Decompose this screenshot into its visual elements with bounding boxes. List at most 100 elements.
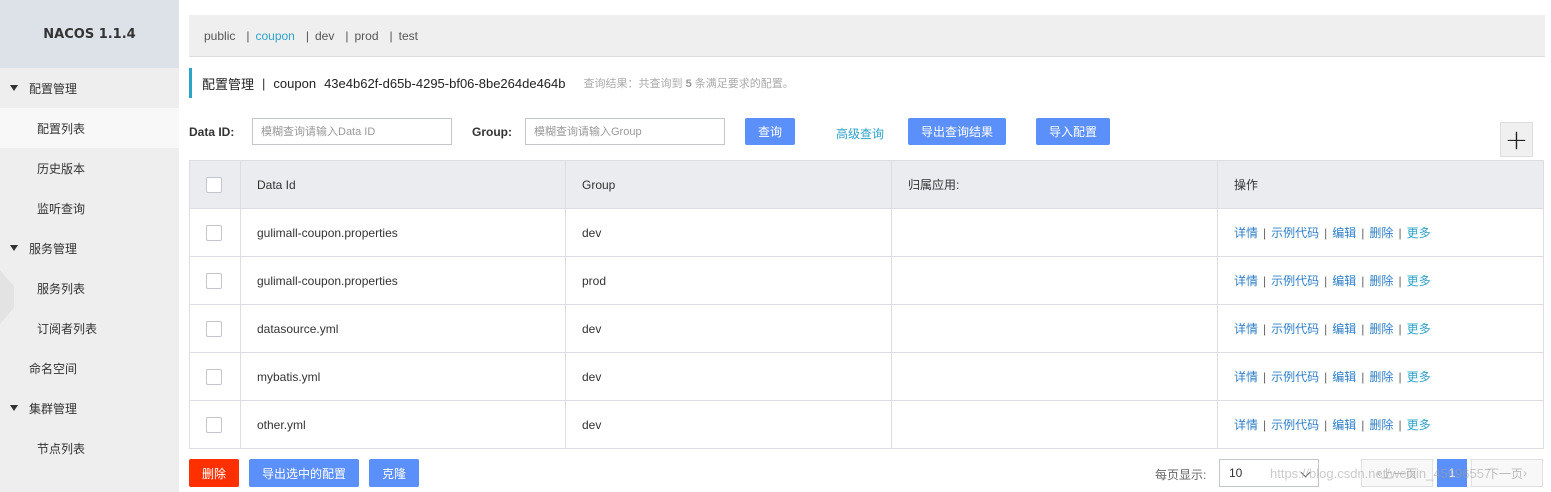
caret-down-icon	[10, 405, 18, 411]
action-separator: |	[1398, 418, 1402, 432]
action-delete-link[interactable]: 删除	[1369, 274, 1393, 288]
add-config-button[interactable]: +	[1500, 122, 1533, 157]
table-row: gulimall-coupon.properties dev 详情 | 示例代码 | 编辑 |…	[189, 208, 1544, 257]
cell-actions: 详情 | 示例代码 | 编辑 | 删除 | 更多	[1217, 304, 1544, 353]
export-selected-button[interactable]: 导出选中的配置	[249, 459, 359, 487]
table-row: gulimall-coupon.properties prod 详情 | 示例代码 | 编辑…	[189, 256, 1544, 305]
column-header-dataid[interactable]: Data Id	[240, 160, 566, 209]
action-sample-code-link[interactable]: 示例代码	[1271, 322, 1319, 336]
action-detail-link[interactable]: 详情	[1234, 418, 1258, 432]
namespace-bar: public | coupon | dev | prod | test	[189, 15, 1545, 57]
export-results-button[interactable]: 导出查询结果	[908, 118, 1006, 145]
group-label: Group:	[472, 125, 512, 139]
action-more-link[interactable]: 更多	[1407, 226, 1431, 240]
action-separator: |	[1324, 274, 1328, 288]
cell-dataid: mybatis.yml	[240, 352, 566, 401]
dataid-search-input[interactable]	[252, 118, 452, 145]
action-sample-code-link[interactable]: 示例代码	[1271, 274, 1319, 288]
sidebar-item-config-list[interactable]: 配置列表	[0, 108, 179, 148]
namespace-public[interactable]: public	[204, 29, 235, 43]
namespace-dev[interactable]: dev	[315, 29, 334, 43]
action-delete-link[interactable]: 删除	[1369, 418, 1393, 432]
sidebar-group-service[interactable]: 服务管理	[0, 228, 179, 268]
action-separator: |	[1398, 370, 1402, 384]
query-button[interactable]: 查询	[745, 118, 795, 145]
action-separator: |	[1324, 226, 1328, 240]
action-edit-link[interactable]: 编辑	[1332, 418, 1356, 432]
delete-selected-button[interactable]: 删除	[189, 459, 239, 487]
cell-actions: 详情 | 示例代码 | 编辑 | 删除 | 更多	[1217, 208, 1544, 257]
action-separator: |	[1361, 322, 1365, 336]
cell-dataid: other.yml	[240, 400, 566, 449]
action-sample-code-link[interactable]: 示例代码	[1271, 418, 1319, 432]
sidebar-item-listener[interactable]: 监听查询	[0, 188, 179, 228]
cell-group: dev	[565, 400, 892, 449]
namespace-prod[interactable]: prod	[354, 29, 378, 43]
select-all-checkbox[interactable]	[206, 176, 222, 193]
sidebar-item-nodes[interactable]: 节点列表	[0, 428, 179, 468]
action-separator: |	[1263, 370, 1267, 384]
row-checkbox[interactable]	[206, 224, 222, 241]
dataid-label: Data ID:	[189, 125, 235, 139]
action-delete-link[interactable]: 删除	[1369, 226, 1393, 240]
column-header-group[interactable]: Group	[565, 160, 892, 209]
action-more-link[interactable]: 更多	[1407, 370, 1431, 384]
action-edit-link[interactable]: 编辑	[1332, 226, 1356, 240]
sidebar-item-subscribers[interactable]: 订阅者列表	[0, 308, 179, 348]
column-header-actions: 操作	[1217, 160, 1544, 209]
query-result-text: 查询结果：共查询到 5 条满足要求的配置。	[583, 78, 794, 90]
action-delete-link[interactable]: 删除	[1369, 370, 1393, 384]
action-edit-link[interactable]: 编辑	[1332, 322, 1356, 336]
action-separator: |	[1263, 418, 1267, 432]
sidebar-item-namespace[interactable]: 命名空间	[0, 348, 179, 388]
action-detail-link[interactable]: 详情	[1234, 370, 1258, 384]
cell-group: dev	[565, 304, 892, 353]
clone-button[interactable]: 克隆	[369, 459, 419, 487]
sidebar: NACOS 1.1.4 配置管理 配置列表 历史版本 监听查询 服务管理 服务列…	[0, 0, 179, 492]
action-detail-link[interactable]: 详情	[1234, 226, 1258, 240]
sidebar-item-service-list[interactable]: 服务列表	[0, 268, 179, 308]
app-logo[interactable]: NACOS 1.1.4	[0, 0, 179, 68]
action-separator: |	[1263, 322, 1267, 336]
select-all-cell	[189, 160, 241, 209]
advanced-query-link[interactable]: 高级查询	[836, 125, 884, 142]
import-config-button[interactable]: 导入配置	[1036, 118, 1110, 145]
title-separator: |	[262, 75, 266, 91]
row-checkbox[interactable]	[206, 320, 222, 337]
action-sample-code-link[interactable]: 示例代码	[1271, 226, 1319, 240]
row-checkbox[interactable]	[206, 416, 222, 433]
cell-group: dev	[565, 352, 892, 401]
column-header-app[interactable]: 归属应用:	[891, 160, 1218, 209]
action-delete-link[interactable]: 删除	[1369, 322, 1393, 336]
action-sample-code-link[interactable]: 示例代码	[1271, 370, 1319, 384]
row-select-cell	[189, 400, 241, 449]
cell-actions: 详情 | 示例代码 | 编辑 | 删除 | 更多	[1217, 256, 1544, 305]
action-more-link[interactable]: 更多	[1407, 322, 1431, 336]
sidebar-group-config[interactable]: 配置管理	[0, 68, 179, 108]
action-more-link[interactable]: 更多	[1407, 418, 1431, 432]
action-detail-link[interactable]: 详情	[1234, 274, 1258, 288]
group-search-input[interactable]	[525, 118, 725, 145]
title-namespace: coupon	[273, 75, 317, 91]
namespace-test[interactable]: test	[399, 29, 418, 43]
action-separator: |	[1324, 370, 1328, 384]
action-edit-link[interactable]: 编辑	[1332, 370, 1356, 384]
sidebar-item-history[interactable]: 历史版本	[0, 148, 179, 188]
row-checkbox[interactable]	[206, 272, 222, 289]
cell-app	[891, 400, 1218, 449]
row-select-cell	[189, 208, 241, 257]
action-edit-link[interactable]: 编辑	[1332, 274, 1356, 288]
action-separator: |	[1263, 226, 1267, 240]
cell-app	[891, 208, 1218, 257]
caret-down-icon	[10, 245, 18, 251]
namespace-coupon[interactable]: coupon	[255, 29, 294, 43]
action-more-link[interactable]: 更多	[1407, 274, 1431, 288]
cell-actions: 详情 | 示例代码 | 编辑 | 删除 | 更多	[1217, 352, 1544, 401]
row-checkbox[interactable]	[206, 368, 222, 385]
row-select-cell	[189, 304, 241, 353]
row-select-cell	[189, 352, 241, 401]
sidebar-group-cluster[interactable]: 集群管理	[0, 388, 179, 428]
action-separator: |	[1398, 226, 1402, 240]
cell-dataid: datasource.yml	[240, 304, 566, 353]
action-detail-link[interactable]: 详情	[1234, 322, 1258, 336]
